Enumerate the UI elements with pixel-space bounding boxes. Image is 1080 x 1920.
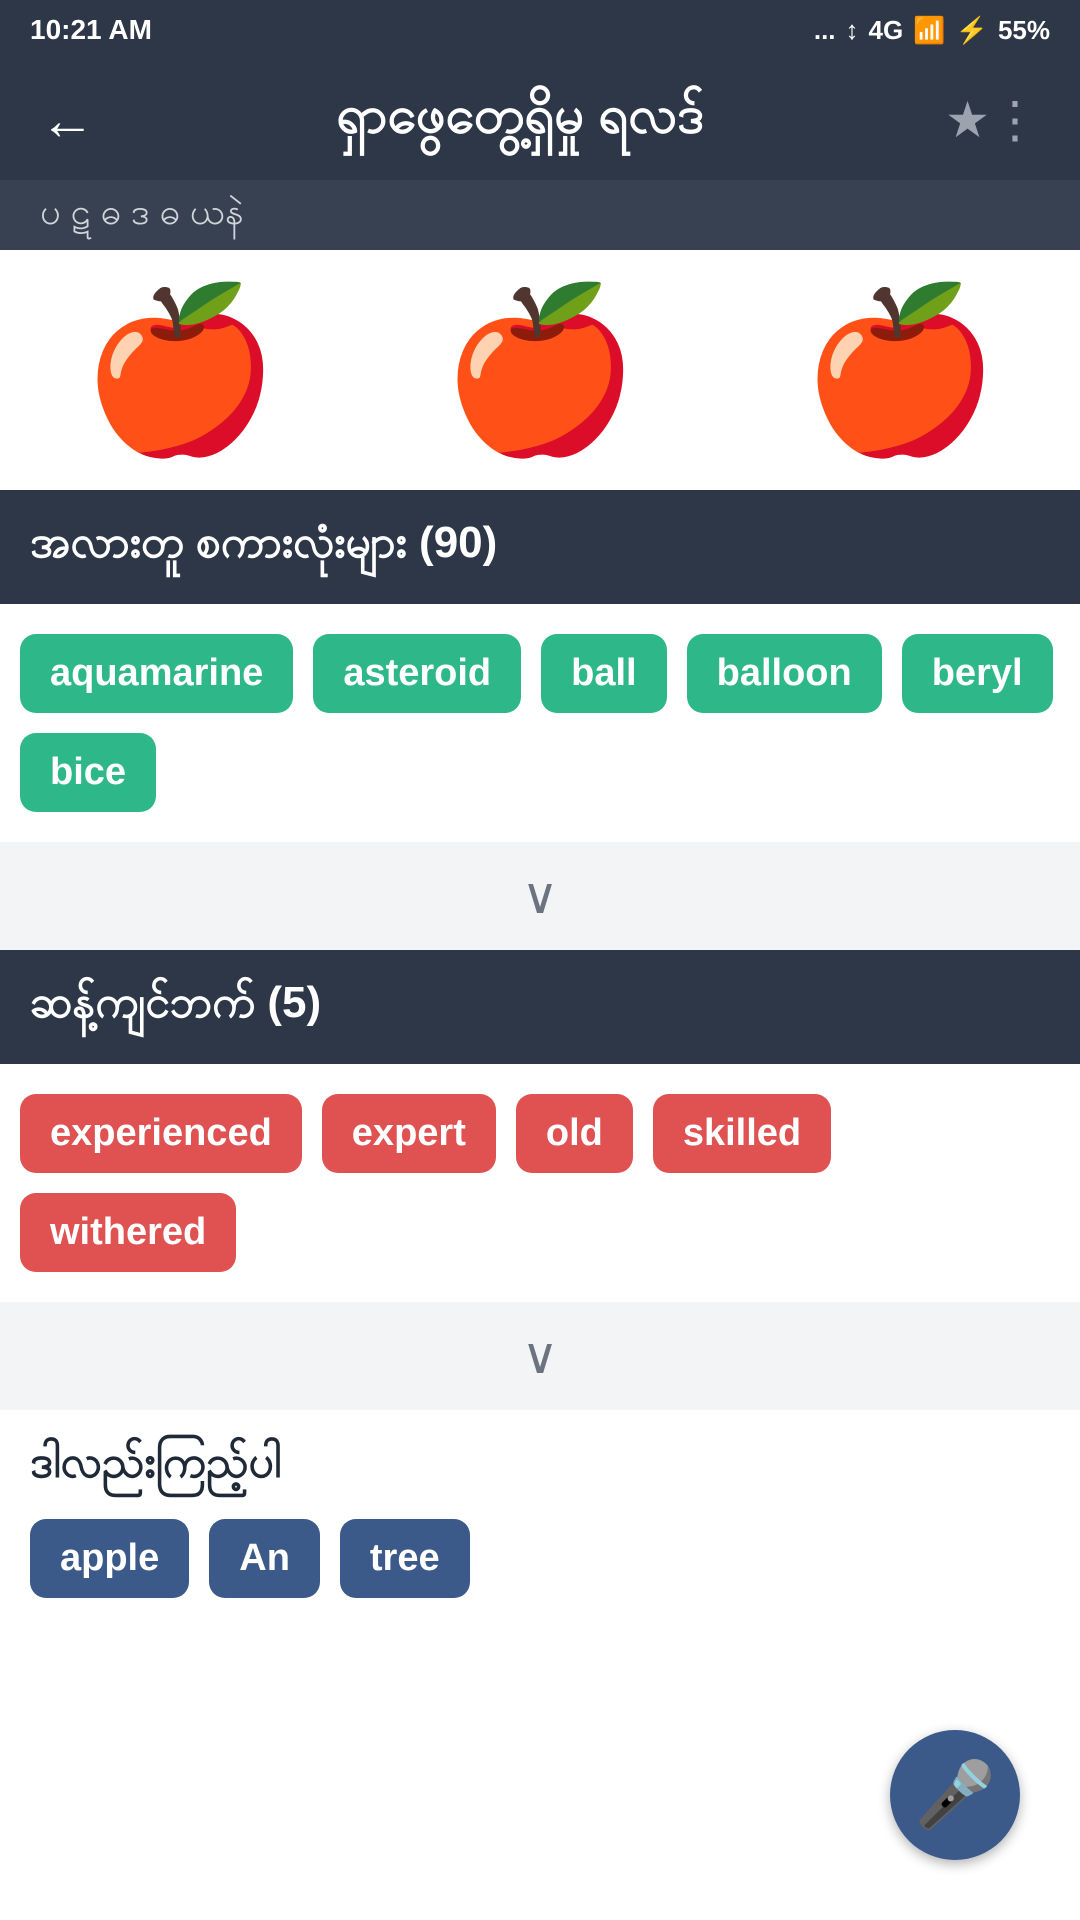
bottom-section-title: ဒါလည်းကြည့်ပါ (30, 1435, 1050, 1499)
synonym-tags-container: experienced expert old skilled withered (0, 1064, 1080, 1302)
tag-an[interactable]: An (209, 1519, 320, 1598)
synonym-expand-row[interactable]: ∨ (0, 1302, 1080, 1410)
related-expand-icon[interactable]: ∨ (522, 867, 559, 925)
tag-tree[interactable]: tree (340, 1519, 470, 1598)
status-icons: ... ↕ 4G 📶 ⚡ 55% (814, 15, 1050, 46)
synonym-expand-icon[interactable]: ∨ (522, 1327, 559, 1385)
page-title: ရှာဖွေတွေ့ရှိမှု ရလဒ် (95, 82, 945, 158)
bottom-tags-container: apple An tree (30, 1519, 1050, 1618)
signal-bars-2: 📶 (913, 15, 945, 46)
network-type: 4G (869, 15, 904, 46)
apple-section: 🍎 🍎 🍎 (0, 250, 1080, 490)
tag-balloon[interactable]: balloon (687, 634, 882, 713)
bottom-section: ဒါလည်းကြည့်ပါ apple An tree (0, 1410, 1080, 1638)
tag-withered[interactable]: withered (20, 1193, 236, 1272)
status-time: 10:21 AM (30, 14, 152, 46)
menu-button[interactable]: ⋮ (990, 91, 1040, 149)
star-button[interactable]: ★ (945, 91, 990, 149)
related-section-header: အလားတူ စကားလုံးများ (90) (0, 490, 1080, 604)
battery-bolt: ⚡ (956, 15, 988, 46)
app-header: ← ရှာဖွေတွေ့ရှိမှု ရလဒ် ★ ⋮ (0, 60, 1080, 180)
tag-asteroid[interactable]: asteroid (313, 634, 521, 713)
apple-icon-1: 🍎 (80, 290, 279, 450)
tag-bice[interactable]: bice (20, 733, 156, 812)
tag-old[interactable]: old (516, 1094, 633, 1173)
tag-apple[interactable]: apple (30, 1519, 189, 1598)
battery-percent: 55% (998, 15, 1050, 46)
tag-ball[interactable]: ball (541, 634, 666, 713)
sub-header: ပ ဋ ဓ ဒ ဓ ယနဲ (0, 180, 1080, 250)
sub-header-text: ပ ဋ ဓ ဒ ဓ ယနဲ (40, 188, 243, 242)
synonym-section-header: ဆန့်ကျင်ဘက် (5) (0, 950, 1080, 1064)
signal-dots: ... (814, 15, 836, 46)
apple-icon-2: 🍎 (440, 290, 639, 450)
tag-beryl[interactable]: beryl (902, 634, 1053, 713)
synonym-section-title: ဆန့်ကျင်ဘက် (5) (30, 978, 321, 1027)
tag-experienced[interactable]: experienced (20, 1094, 302, 1173)
mic-icon: 🎤 (915, 1757, 996, 1833)
back-button[interactable]: ← (40, 88, 95, 152)
status-bar: 10:21 AM ... ↕ 4G 📶 ⚡ 55% (0, 0, 1080, 60)
tag-expert[interactable]: expert (322, 1094, 496, 1173)
related-expand-row[interactable]: ∨ (0, 842, 1080, 950)
tag-aquamarine[interactable]: aquamarine (20, 634, 293, 713)
mic-button[interactable]: 🎤 (890, 1730, 1020, 1860)
related-section-title: အလားတူ စကားလုံးများ (90) (30, 518, 497, 567)
tag-skilled[interactable]: skilled (653, 1094, 831, 1173)
apple-icon-3: 🍎 (800, 290, 999, 450)
related-tags-container: aquamarine asteroid ball balloon beryl b… (0, 604, 1080, 842)
signal-bars: ↕ (846, 15, 859, 46)
